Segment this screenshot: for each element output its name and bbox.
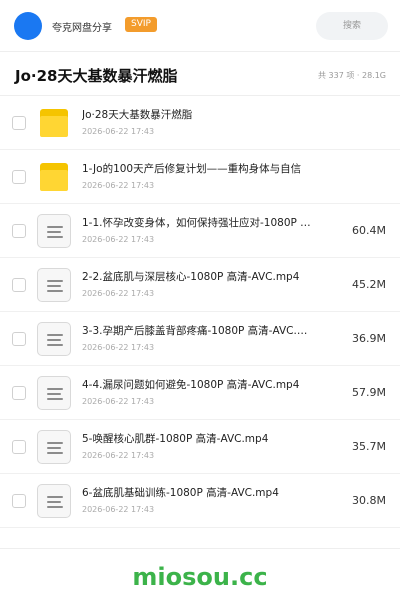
list-item[interactable]: 1-1.怀孕改变身体，如何保持强壮应对-1080P 高清-AVC.mp4 202… xyxy=(0,204,400,258)
video-file-icon xyxy=(37,484,71,518)
top-bar: 夸克网盘分享 SVIP 搜索 xyxy=(0,0,400,52)
list-item[interactable]: 2-2.盆底肌与深层核心-1080P 高清-AVC.mp4 2026-06-22… xyxy=(0,258,400,312)
select-checkbox[interactable] xyxy=(12,278,26,292)
video-file-icon xyxy=(37,268,71,302)
select-checkbox[interactable] xyxy=(12,224,26,238)
select-checkbox[interactable] xyxy=(12,170,26,184)
page-title: Jo·28天大基数暴汗燃脂 xyxy=(15,67,178,85)
folder-header: Jo·28天大基数暴汗燃脂 共 337 项 · 28.1G xyxy=(0,52,400,96)
watermark: miosou.cc xyxy=(132,563,268,591)
file-name: 5-唤醒核心肌群-1080P 高清-AVC.mp4 xyxy=(82,433,269,445)
svip-badge: SVIP xyxy=(125,17,157,32)
username: 夸克网盘分享 xyxy=(52,23,112,34)
video-file-icon xyxy=(37,430,71,464)
file-name: 2-2.盆底肌与深层核心-1080P 高清-AVC.mp4 xyxy=(82,271,300,283)
file-size: 60.4M xyxy=(352,224,386,237)
file-name: 6-盆底肌基础训练-1080P 高清-AVC.mp4 xyxy=(82,487,279,499)
file-date: 2026-06-22 17:43 xyxy=(82,235,155,244)
list-item[interactable]: Jo·28天大基数暴汗燃脂 2026-06-22 17:43 xyxy=(0,96,400,150)
select-checkbox[interactable] xyxy=(12,440,26,454)
file-date: 2026-06-22 17:43 xyxy=(82,505,155,514)
file-date: 2026-06-22 17:43 xyxy=(82,127,155,136)
list-item[interactable]: 3-3.孕期产后膝盖背部疼痛-1080P 高清-AVC.mp4 2026-06-… xyxy=(0,312,400,366)
file-size: 36.9M xyxy=(352,332,386,345)
file-date: 2026-06-22 17:43 xyxy=(82,451,155,460)
list-item[interactable]: 6-盆底肌基础训练-1080P 高清-AVC.mp4 2026-06-22 17… xyxy=(0,474,400,528)
file-date: 2026-06-22 17:43 xyxy=(82,289,155,298)
select-checkbox[interactable] xyxy=(12,116,26,130)
file-name: 4-4.漏尿问题如何避免-1080P 高清-AVC.mp4 xyxy=(82,379,300,391)
select-checkbox[interactable] xyxy=(12,494,26,508)
file-name: 3-3.孕期产后膝盖背部疼痛-1080P 高清-AVC.mp4 xyxy=(82,325,314,337)
file-date: 2026-06-22 17:43 xyxy=(82,343,155,352)
file-date: 2026-06-22 17:43 xyxy=(82,397,155,406)
select-checkbox[interactable] xyxy=(12,386,26,400)
folder-icon xyxy=(37,106,71,140)
file-size: 30.8M xyxy=(352,494,386,507)
file-name: 1-1.怀孕改变身体，如何保持强壮应对-1080P 高清-AVC.mp4 xyxy=(82,217,314,229)
video-file-icon xyxy=(37,376,71,410)
file-name: 1-Jo的100天产后修复计划——重构身体与自信 xyxy=(82,163,302,175)
file-list: Jo·28天大基数暴汗燃脂 2026-06-22 17:43 1-Jo的100天… xyxy=(0,96,400,528)
avatar[interactable] xyxy=(14,12,42,40)
search-input[interactable]: 搜索 xyxy=(316,12,388,40)
file-size: 45.2M xyxy=(352,278,386,291)
file-size: 57.9M xyxy=(352,386,386,399)
file-date: 2026-06-22 17:43 xyxy=(82,181,155,190)
list-item[interactable]: 5-唤醒核心肌群-1080P 高清-AVC.mp4 2026-06-22 17:… xyxy=(0,420,400,474)
folder-meta: 共 337 项 · 28.1G xyxy=(318,71,386,80)
video-file-icon xyxy=(37,214,71,248)
list-item[interactable]: 4-4.漏尿问题如何避免-1080P 高清-AVC.mp4 2026-06-22… xyxy=(0,366,400,420)
select-checkbox[interactable] xyxy=(12,332,26,346)
file-size: 35.7M xyxy=(352,440,386,453)
folder-icon xyxy=(37,160,71,194)
file-name: Jo·28天大基数暴汗燃脂 xyxy=(82,109,193,121)
list-item[interactable]: 1-Jo的100天产后修复计划——重构身体与自信 2026-06-22 17:4… xyxy=(0,150,400,204)
video-file-icon xyxy=(37,322,71,356)
